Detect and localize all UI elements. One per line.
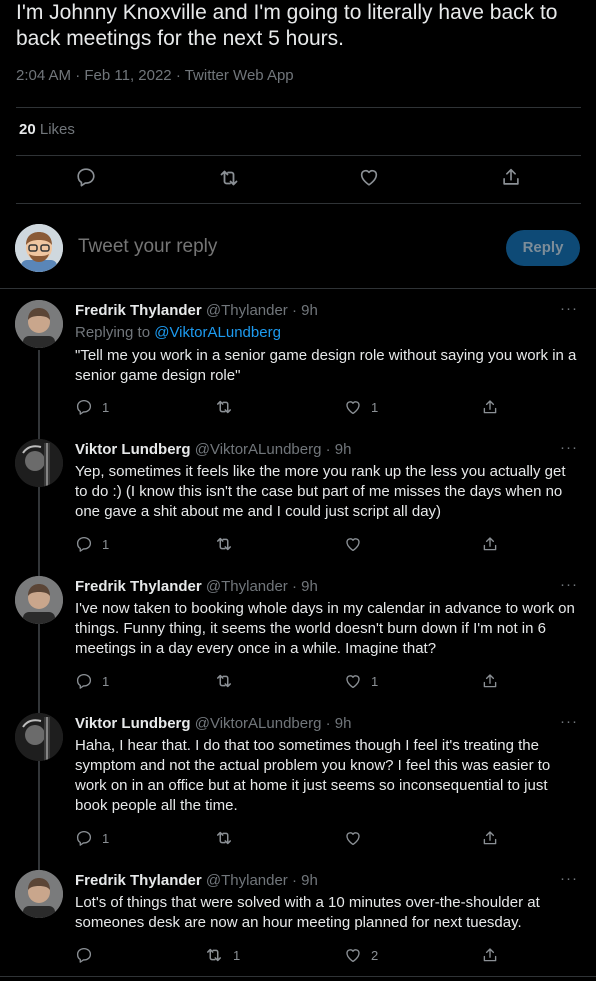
avatar[interactable] (15, 870, 63, 918)
reply-input[interactable] (78, 236, 478, 258)
like-icon[interactable]: 1 (344, 397, 378, 417)
share-icon[interactable] (500, 166, 524, 190)
reply-header: Viktor Lundberg @ViktorALundberg · 9h (75, 715, 351, 732)
retweet-icon[interactable] (217, 166, 241, 190)
avatar[interactable] (15, 713, 63, 761)
avatar[interactable] (15, 439, 63, 487)
author-name[interactable]: Viktor Lundberg (75, 441, 191, 458)
reply-button[interactable]: Reply (506, 230, 580, 266)
divider (16, 155, 581, 156)
divider (16, 203, 581, 204)
more-icon[interactable]: ··· (560, 439, 578, 456)
reply-text: Haha, I hear that. I do that too sometim… (75, 737, 551, 814)
reply-header: Fredrik Thylander @Thylander · 9h (75, 872, 318, 889)
author-name[interactable]: Fredrik Thylander (75, 872, 202, 889)
reply-icon[interactable]: 1 (75, 671, 109, 691)
divider (0, 288, 596, 289)
author-handle[interactable]: @ViktorALundberg · 9h (195, 715, 352, 732)
retweet-icon[interactable] (214, 397, 243, 417)
share-icon[interactable] (481, 945, 499, 965)
author-name[interactable]: Fredrik Thylander (75, 302, 202, 319)
share-icon[interactable] (481, 534, 499, 554)
reply-header: Fredrik Thylander @Thylander · 9h (75, 578, 318, 595)
reply-icon[interactable] (75, 945, 102, 965)
reply-icon[interactable]: 1 (75, 828, 109, 848)
user-avatar[interactable] (15, 224, 63, 272)
reply-actions: 1 1 (75, 397, 505, 417)
retweet-icon[interactable] (214, 671, 243, 691)
reply-icon[interactable]: 1 (75, 397, 109, 417)
reply-text: Yep, sometimes it feels like the more yo… (75, 463, 566, 520)
like-icon[interactable] (358, 166, 382, 190)
author-handle[interactable]: @Thylander · 9h (206, 302, 318, 319)
more-icon[interactable]: ··· (560, 576, 578, 593)
more-icon[interactable]: ··· (560, 300, 578, 317)
reply-icon[interactable]: 1 (75, 534, 109, 554)
reply-icon[interactable] (75, 166, 99, 190)
author-handle[interactable]: @ViktorALundberg · 9h (195, 441, 352, 458)
reply-text: I've now taken to booking whole days in … (75, 600, 575, 657)
author-name[interactable]: Fredrik Thylander (75, 578, 202, 595)
avatar[interactable] (15, 576, 63, 624)
divider (16, 107, 581, 108)
share-icon[interactable] (481, 397, 499, 417)
author-name[interactable]: Viktor Lundberg (75, 715, 191, 732)
share-icon[interactable] (481, 671, 499, 691)
reply-text: Lot's of things that were solved with a … (75, 894, 540, 931)
mention-link[interactable]: @ViktorALundberg (154, 324, 281, 341)
like-icon[interactable]: 2 (344, 945, 378, 965)
author-handle[interactable]: @Thylander · 9h (206, 872, 318, 889)
reply-actions: 1 2 (75, 945, 505, 965)
like-icon[interactable] (344, 828, 371, 848)
like-icon[interactable] (344, 534, 371, 554)
reply-actions: 1 (75, 828, 505, 848)
retweet-icon[interactable] (214, 828, 243, 848)
divider (0, 976, 596, 977)
tweet-meta[interactable]: 2:04 AM · Feb 11, 2022 · Twitter Web App (16, 67, 294, 84)
reply-header: Viktor Lundberg @ViktorALundberg · 9h (75, 441, 351, 458)
more-icon[interactable]: ··· (560, 713, 578, 730)
share-icon[interactable] (481, 828, 499, 848)
likes-count[interactable]: 20 Likes (19, 121, 75, 138)
reply-actions: 1 1 (75, 671, 505, 691)
like-icon[interactable]: 1 (344, 671, 378, 691)
reply-text: "Tell me you work in a senior game desig… (75, 347, 577, 384)
retweet-icon[interactable] (214, 534, 243, 554)
tweet-text: I'm Johnny Knoxville and I'm going to li… (16, 1, 558, 50)
reply-composer: Reply (0, 216, 596, 278)
avatar[interactable] (15, 300, 63, 348)
reply-header: Fredrik Thylander @Thylander · 9h (75, 302, 318, 319)
more-icon[interactable]: ··· (560, 870, 578, 887)
retweet-icon[interactable]: 1 (204, 945, 240, 965)
reply-actions: 1 (75, 534, 505, 554)
author-handle[interactable]: @Thylander · 9h (206, 578, 318, 595)
tweet-actions (16, 166, 580, 196)
replying-to: Replying to @ViktorALundberg (75, 324, 281, 341)
